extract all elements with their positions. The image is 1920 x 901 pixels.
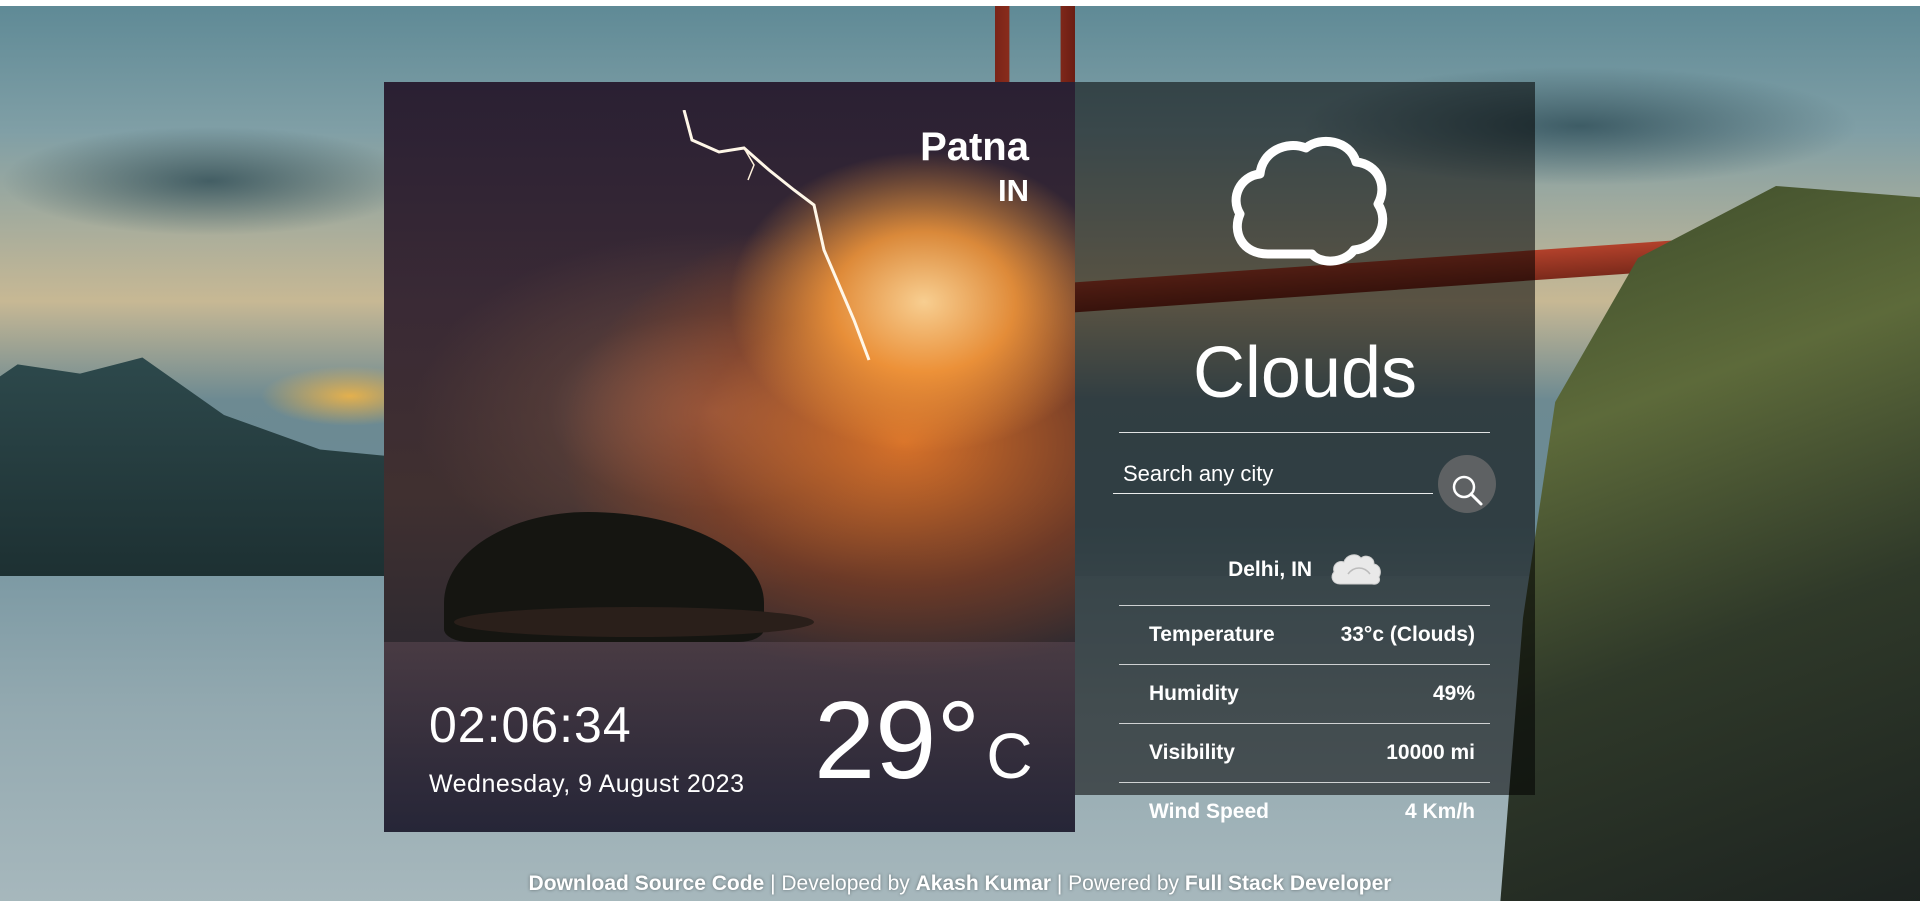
footer-text: | Developed by <box>764 872 916 895</box>
detail-value: 33°c (Clouds) <box>1340 623 1475 646</box>
weather-panel: Clouds Delhi, IN Temperature 33°c (Cloud… <box>1075 82 1535 823</box>
result-location-label: Delhi, IN <box>1228 558 1313 581</box>
footer: Download Source Code | Developed by Akas… <box>0 872 1920 896</box>
clock: 02:06:34 Wednesday, 9 August 2023 <box>429 696 744 799</box>
detail-label: Wind Speed <box>1149 800 1269 823</box>
weather-photo-card: Patna IN 02:06:34 Wednesday, 9 August 20… <box>384 82 1075 832</box>
temperature-unit: C <box>986 720 1033 792</box>
detail-label: Visibility <box>1149 741 1235 764</box>
search-button[interactable] <box>1438 455 1496 513</box>
cloud-icon <box>1331 554 1381 585</box>
detail-value: 49% <box>1432 682 1475 705</box>
detail-label: Humidity <box>1149 682 1239 705</box>
lightning-bolt <box>682 110 871 361</box>
divider <box>1119 432 1490 433</box>
weather-condition: Clouds <box>1192 333 1418 413</box>
search-icon <box>1452 475 1483 506</box>
weather-details-list: Temperature 33°c (Clouds) Humidity 49% V… <box>1119 605 1490 841</box>
current-temperature: 29°C <box>814 686 1033 796</box>
search-result-location: Delhi, IN <box>1075 552 1535 588</box>
detail-row-temperature: Temperature 33°c (Clouds) <box>1119 605 1490 664</box>
city-name: Patna <box>920 125 1029 169</box>
temperature-value: 29° <box>814 679 981 802</box>
detail-row-humidity: Humidity 49% <box>1119 664 1490 723</box>
city-header: Patna IN <box>920 127 1029 206</box>
detail-value: 10000 mi <box>1386 741 1475 764</box>
detail-row-visibility: Visibility 10000 mi <box>1119 723 1490 782</box>
detail-row-wind-speed: Wind Speed 4 Km/h <box>1119 782 1490 841</box>
download-source-code-link[interactable]: Download Source Code <box>529 872 765 895</box>
cloud-icon <box>1231 136 1388 266</box>
current-date: Wednesday, 9 August 2023 <box>429 770 745 798</box>
detail-label: Temperature <box>1149 623 1275 646</box>
footer-text: | Powered by <box>1051 872 1185 895</box>
current-time: 02:06:34 <box>429 697 632 753</box>
powered-by-link[interactable]: Full Stack Developer <box>1185 872 1392 895</box>
country-code: IN <box>998 173 1029 208</box>
detail-value: 4 Km/h <box>1404 800 1475 823</box>
author-link[interactable]: Akash Kumar <box>916 872 1051 895</box>
city-search-input[interactable] <box>1113 454 1433 494</box>
